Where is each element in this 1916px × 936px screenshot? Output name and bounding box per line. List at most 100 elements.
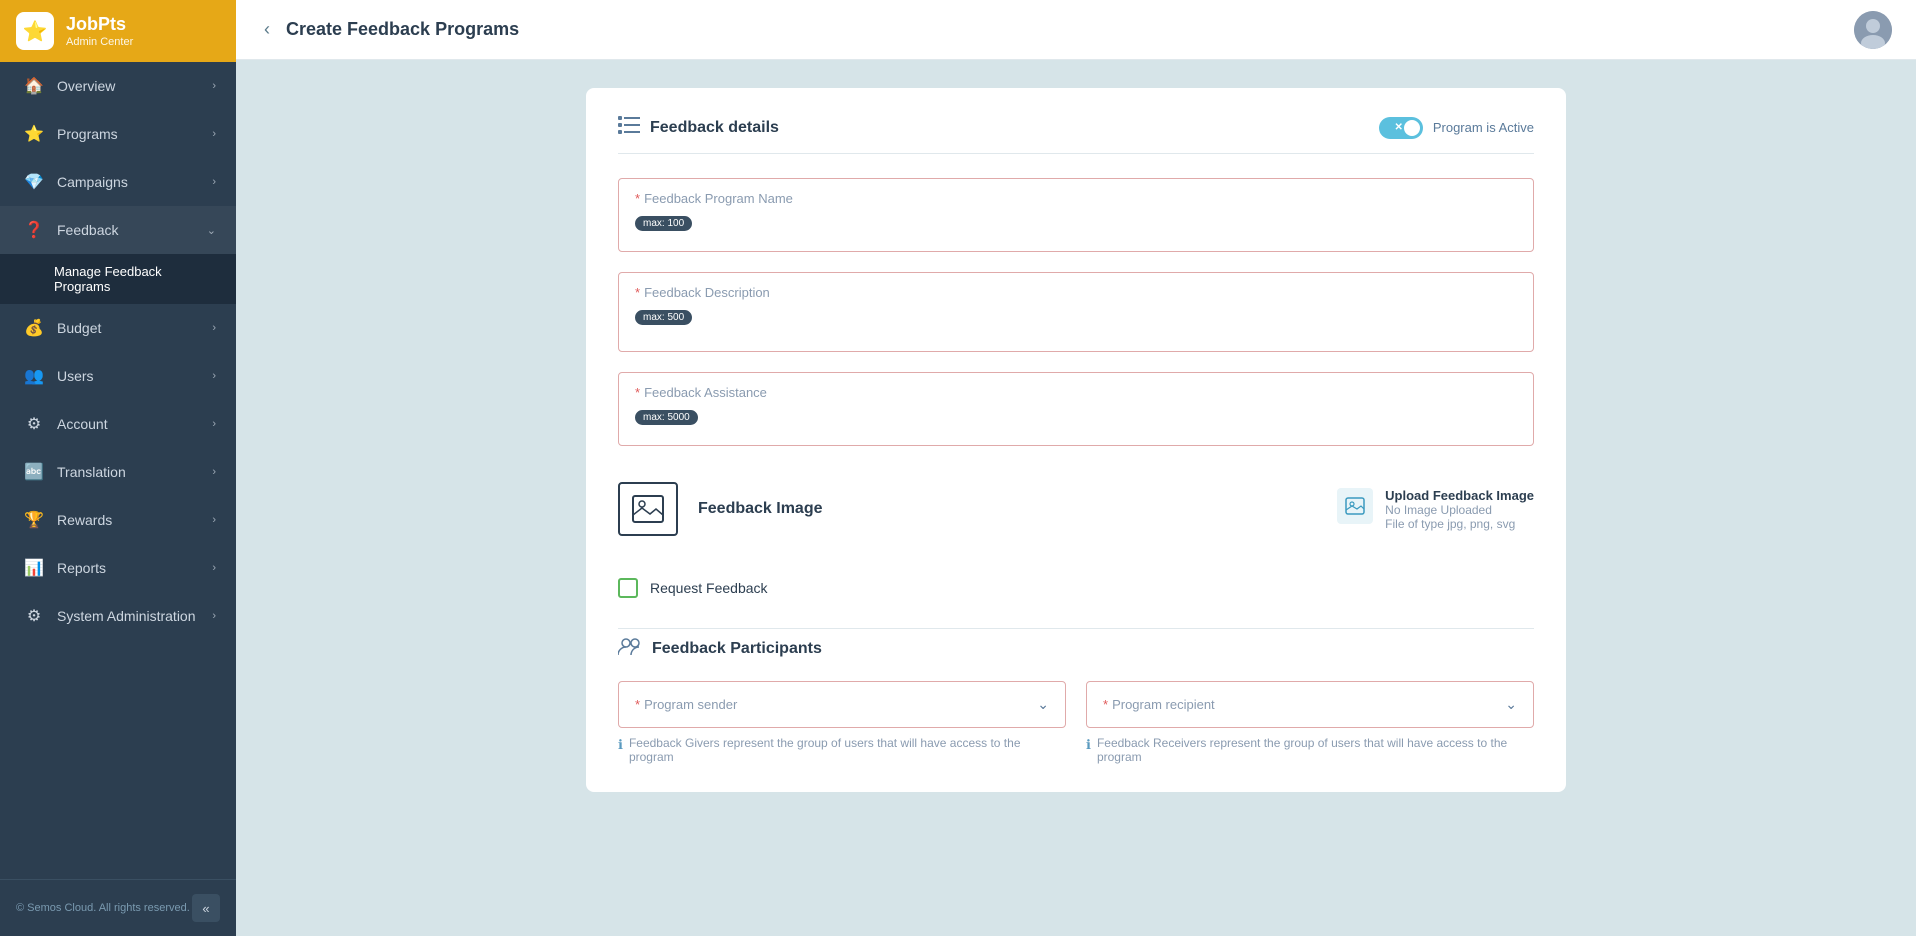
sidebar-item-translation-label: Translation	[57, 464, 212, 480]
chevron-right-icon: ›	[212, 80, 216, 92]
program-active-toggle[interactable]: ✕	[1379, 117, 1423, 139]
star-icon: ⭐	[23, 124, 45, 144]
chevron-right-icon: ›	[212, 176, 216, 188]
feedback-participants-title: Feedback Participants	[652, 640, 822, 658]
feedback-description-group: * Feedback Description max: 500	[618, 272, 1534, 352]
chevron-down-icon: ⌄	[207, 224, 216, 237]
copyright-text: © Semos Cloud. All rights reserved.	[16, 902, 190, 914]
back-button[interactable]: ‹	[260, 15, 274, 44]
upload-info: Upload Feedback Image No Image Uploaded …	[1385, 488, 1534, 531]
sidebar-item-translation[interactable]: 🔤 Translation ›	[0, 448, 236, 496]
feedback-image-label: Feedback Image	[698, 500, 823, 518]
dropdown-arrow-icon: ⌄	[1505, 696, 1517, 713]
sidebar-item-rewards-label: Rewards	[57, 512, 212, 528]
form-card: Feedback details ✕ Program is Active * F…	[586, 88, 1566, 792]
sidebar-item-budget[interactable]: 💰 Budget ›	[0, 304, 236, 352]
feedback-assistance-field[interactable]: * Feedback Assistance max: 5000	[618, 372, 1534, 446]
translation-icon: 🔤	[23, 462, 45, 482]
page-title: Create Feedback Programs	[286, 19, 1842, 40]
feedback-details-title: Feedback details	[650, 119, 1369, 137]
sidebar-item-reports[interactable]: 📊 Reports ›	[0, 544, 236, 592]
reports-icon: 📊	[23, 558, 45, 578]
sender-info: ℹ Feedback Givers represent the group of…	[618, 736, 1066, 764]
sidebar-item-campaigns[interactable]: 💎 Campaigns ›	[0, 158, 236, 206]
recipient-info: ℹ Feedback Receivers represent the group…	[1086, 736, 1534, 764]
app-logo-icon: ⭐	[16, 12, 54, 50]
sidebar-item-programs[interactable]: ⭐ Programs ›	[0, 110, 236, 158]
chevron-right-icon: ›	[212, 610, 216, 622]
diamond-icon: 💎	[23, 172, 45, 192]
feedback-name-badge: max: 100	[635, 216, 692, 231]
sidebar-collapse-button[interactable]: «	[192, 894, 220, 922]
sidebar: ⭐ JobPts Admin Center 🏠 Overview › ⭐ Pro…	[0, 0, 236, 936]
request-feedback-row: Request Feedback	[618, 568, 1534, 608]
sidebar-item-overview[interactable]: 🏠 Overview ›	[0, 62, 236, 110]
program-sender-dropdown[interactable]: * Program sender ⌄	[618, 681, 1066, 728]
toggle-label: Program is Active	[1433, 120, 1534, 135]
feedback-description-label: Feedback Description	[644, 285, 770, 300]
sidebar-item-users[interactable]: 👥 Users ›	[0, 352, 236, 400]
sidebar-item-programs-label: Programs	[57, 126, 212, 142]
info-row: ℹ Feedback Givers represent the group of…	[618, 736, 1534, 764]
required-star: *	[635, 285, 640, 300]
sidebar-item-account[interactable]: ⚙ Account ›	[0, 400, 236, 448]
program-recipient-dropdown[interactable]: * Program recipient ⌄	[1086, 681, 1534, 728]
sidebar-footer: © Semos Cloud. All rights reserved. «	[0, 879, 236, 936]
sidebar-item-campaigns-label: Campaigns	[57, 174, 212, 190]
required-star: *	[635, 385, 640, 400]
request-feedback-checkbox[interactable]	[618, 578, 638, 598]
sidebar-nav: 🏠 Overview › ⭐ Programs › 💎 Campaigns › …	[0, 62, 236, 879]
sidebar-header: ⭐ JobPts Admin Center	[0, 0, 236, 62]
toggle-container: ✕ Program is Active	[1379, 117, 1534, 139]
info-icon: ℹ	[1086, 737, 1091, 753]
feedback-assistance-label: Feedback Assistance	[644, 385, 767, 400]
feedback-description-field[interactable]: * Feedback Description max: 500	[618, 272, 1534, 352]
account-icon: ⚙	[23, 414, 45, 434]
feedback-participants-header: Feedback Participants	[618, 628, 1534, 661]
info-icon: ℹ	[618, 737, 623, 753]
chevron-right-icon: ›	[212, 418, 216, 430]
chevron-right-icon: ›	[212, 370, 216, 382]
upload-section: Upload Feedback Image No Image Uploaded …	[1337, 488, 1534, 531]
no-image-text: No Image Uploaded	[1385, 503, 1534, 517]
file-types-text: File of type jpg, png, svg	[1385, 517, 1534, 531]
users-icon: 👥	[23, 366, 45, 386]
sidebar-item-overview-label: Overview	[57, 78, 212, 94]
sidebar-item-users-label: Users	[57, 368, 212, 384]
sidebar-item-system-administration-label: System Administration	[57, 608, 212, 624]
app-title-container: JobPts Admin Center	[66, 14, 133, 48]
app-title: JobPts	[66, 14, 133, 36]
sidebar-item-rewards[interactable]: 🏆 Rewards ›	[0, 496, 236, 544]
sidebar-item-account-label: Account	[57, 416, 212, 432]
chevron-right-icon: ›	[212, 562, 216, 574]
rewards-icon: 🏆	[23, 510, 45, 530]
feedback-assistance-badge: max: 5000	[635, 410, 698, 425]
manage-feedback-programs-label: Manage Feedback Programs	[54, 264, 162, 294]
content-area: Feedback details ✕ Program is Active * F…	[236, 60, 1916, 936]
chevron-right-icon: ›	[212, 514, 216, 526]
feedback-description-badge: max: 500	[635, 310, 692, 325]
feedback-assistance-group: * Feedback Assistance max: 5000	[618, 372, 1534, 446]
feedback-name-label: Feedback Program Name	[644, 191, 793, 206]
chevron-right-icon: ›	[212, 466, 216, 478]
sidebar-item-feedback[interactable]: ❓ Feedback ⌄	[0, 206, 236, 254]
dropdown-arrow-icon: ⌄	[1037, 696, 1049, 713]
chevron-right-icon: ›	[212, 128, 216, 140]
main-content: ‹ Create Feedback Programs	[236, 0, 1916, 936]
required-star: *	[635, 191, 640, 206]
sidebar-item-reports-label: Reports	[57, 560, 212, 576]
feedback-icon: ❓	[23, 220, 45, 240]
upload-icon[interactable]	[1337, 488, 1373, 524]
sidebar-item-manage-feedback-programs[interactable]: Manage Feedback Programs	[0, 254, 236, 304]
image-placeholder-icon	[618, 482, 678, 536]
feedback-image-section: Feedback Image Upload Feedback Image No …	[618, 466, 1534, 552]
feedback-name-field[interactable]: * Feedback Program Name max: 100	[618, 178, 1534, 252]
chevron-right-icon: ›	[212, 322, 216, 334]
feedback-details-section-header: Feedback details ✕ Program is Active	[618, 116, 1534, 154]
user-avatar[interactable]	[1854, 11, 1892, 49]
home-icon: 🏠	[23, 76, 45, 96]
program-sender-label: Program sender	[644, 697, 737, 712]
feedback-name-group: * Feedback Program Name max: 100	[618, 178, 1534, 252]
sidebar-item-system-administration[interactable]: ⚙ System Administration ›	[0, 592, 236, 640]
program-recipient-label: Program recipient	[1112, 697, 1215, 712]
